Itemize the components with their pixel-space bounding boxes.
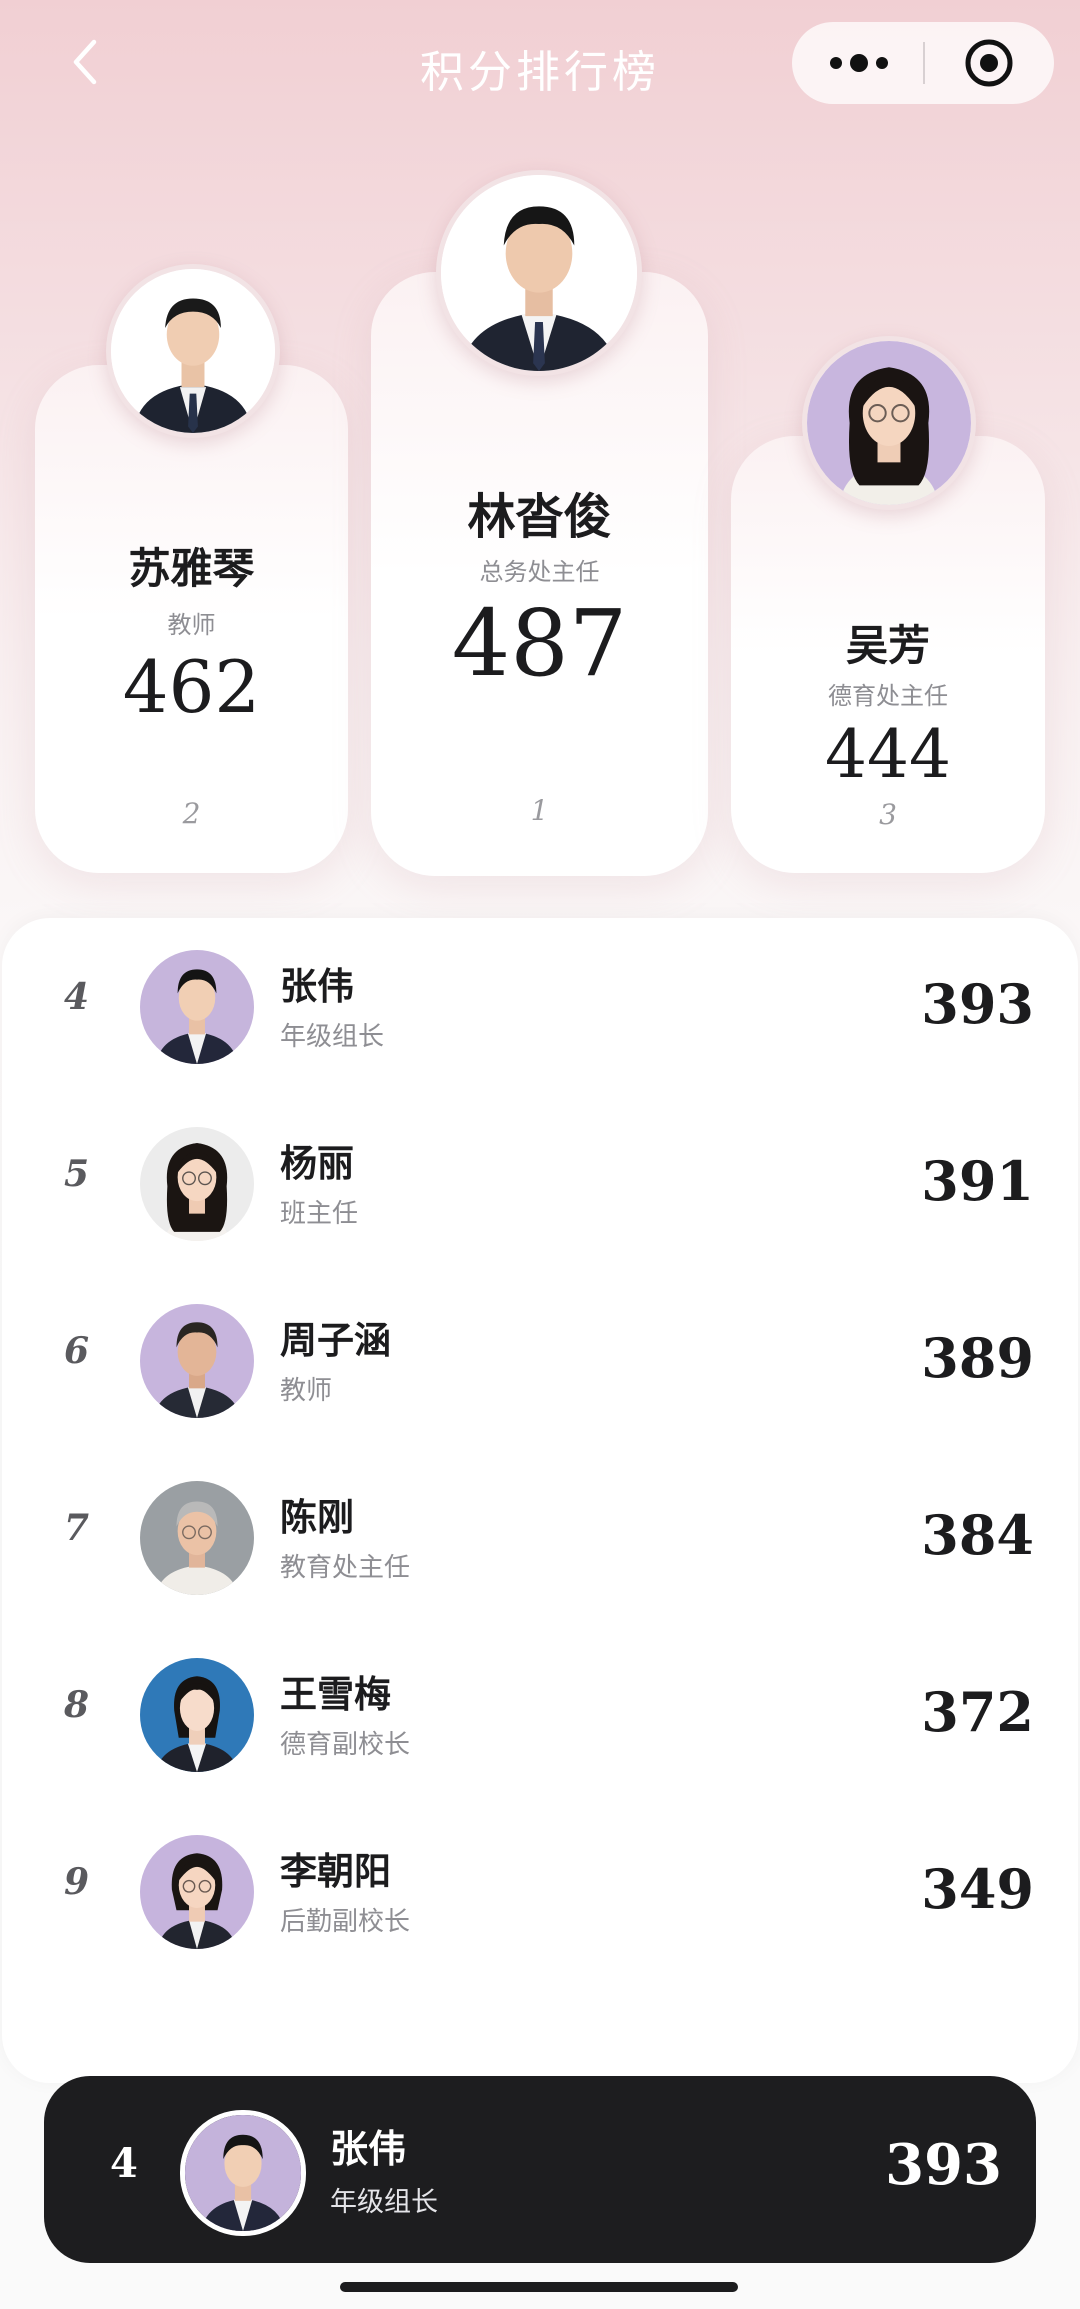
ranking-row[interactable]: 7 陈刚教育处主任 384 bbox=[2, 1449, 1078, 1626]
row-avatar bbox=[140, 1304, 254, 1418]
row-avatar bbox=[140, 1658, 254, 1772]
my-role: 年级组长 bbox=[330, 2187, 438, 2218]
my-rank: 4 bbox=[110, 2140, 138, 2187]
row-role: 年级组长 bbox=[280, 1022, 385, 1052]
ranking-list: 4 张伟年级组长 393 5 杨丽班主任 391 6 周子涵教师 389 7 陈刚教育处主任 384 8… bbox=[2, 918, 1078, 2083]
ranking-row[interactable]: 8 王雪梅德育副校长 372 bbox=[2, 1626, 1078, 1803]
podium-first-role: 总务处主任 bbox=[479, 558, 600, 586]
row-score: 393 bbox=[921, 972, 1034, 1036]
podium-second-card[interactable]: 苏雅琴 教师 462 2 bbox=[35, 365, 348, 873]
podium-second-role: 教师 bbox=[167, 611, 216, 639]
podium-second-name: 苏雅琴 bbox=[128, 544, 255, 593]
row-rank: 5 bbox=[64, 1153, 90, 1195]
row-role: 后勤副校长 bbox=[280, 1907, 411, 1937]
row-role: 德育副校长 bbox=[280, 1730, 411, 1760]
row-role: 教师 bbox=[280, 1376, 333, 1406]
podium-first-name: 林沓俊 bbox=[467, 489, 612, 545]
row-name: 陈刚 bbox=[280, 1496, 354, 1539]
podium-first-score: 487 bbox=[451, 590, 628, 697]
podium-third-score: 444 bbox=[825, 716, 951, 793]
ranking-row[interactable]: 4 张伟年级组长 393 bbox=[2, 918, 1078, 1095]
row-avatar bbox=[140, 1481, 254, 1595]
podium-second-rank: 2 bbox=[182, 797, 201, 830]
podium-third-avatar bbox=[802, 336, 976, 510]
row-name: 周子涵 bbox=[280, 1319, 391, 1362]
row-rank: 7 bbox=[64, 1507, 90, 1549]
podium-third-rank: 3 bbox=[879, 798, 897, 831]
ranking-row[interactable]: 6 周子涵教师 389 bbox=[2, 1272, 1078, 1449]
capsule-divider bbox=[923, 42, 925, 84]
row-name: 李朝阳 bbox=[280, 1850, 391, 1893]
ranking-row[interactable]: 5 杨丽班主任 391 bbox=[2, 1095, 1078, 1272]
my-avatar bbox=[180, 2110, 306, 2236]
row-score: 389 bbox=[921, 1326, 1034, 1390]
my-score: 393 bbox=[885, 2132, 1002, 2198]
row-rank: 9 bbox=[64, 1861, 90, 1903]
row-role: 班主任 bbox=[280, 1199, 359, 1229]
home-indicator bbox=[340, 2282, 738, 2292]
row-score: 372 bbox=[921, 1680, 1034, 1744]
row-name: 张伟 bbox=[280, 965, 354, 1008]
row-avatar bbox=[140, 1835, 254, 1949]
mini-program-capsule bbox=[792, 22, 1054, 104]
row-avatar bbox=[140, 950, 254, 1064]
row-score: 384 bbox=[921, 1503, 1034, 1567]
row-role: 教育处主任 bbox=[280, 1553, 411, 1583]
my-name: 张伟 bbox=[330, 2127, 407, 2171]
podium-second-score: 462 bbox=[122, 645, 261, 729]
row-name: 王雪梅 bbox=[280, 1673, 391, 1716]
podium-third-name: 吴芳 bbox=[845, 621, 930, 670]
more-dots-icon[interactable] bbox=[824, 44, 894, 82]
podium-second-avatar bbox=[106, 264, 280, 438]
row-score: 391 bbox=[921, 1149, 1034, 1213]
my-rank-bar[interactable]: 4 张伟 年级组长 393 bbox=[44, 2076, 1036, 2263]
podium-first-rank: 1 bbox=[530, 794, 549, 827]
row-rank: 4 bbox=[64, 976, 90, 1018]
ranking-row[interactable]: 9 李朝阳后勤副校长 349 bbox=[2, 1803, 1078, 1980]
row-score: 349 bbox=[921, 1857, 1034, 1921]
target-close-icon[interactable] bbox=[964, 38, 1014, 88]
row-rank: 8 bbox=[64, 1684, 90, 1726]
podium-first-avatar bbox=[436, 170, 642, 376]
podium-third-role: 德育处主任 bbox=[828, 682, 948, 710]
row-name: 杨丽 bbox=[280, 1142, 354, 1185]
row-rank: 6 bbox=[64, 1330, 90, 1372]
row-avatar bbox=[140, 1127, 254, 1241]
nav-bar: 积分排行榜 bbox=[0, 0, 1080, 125]
